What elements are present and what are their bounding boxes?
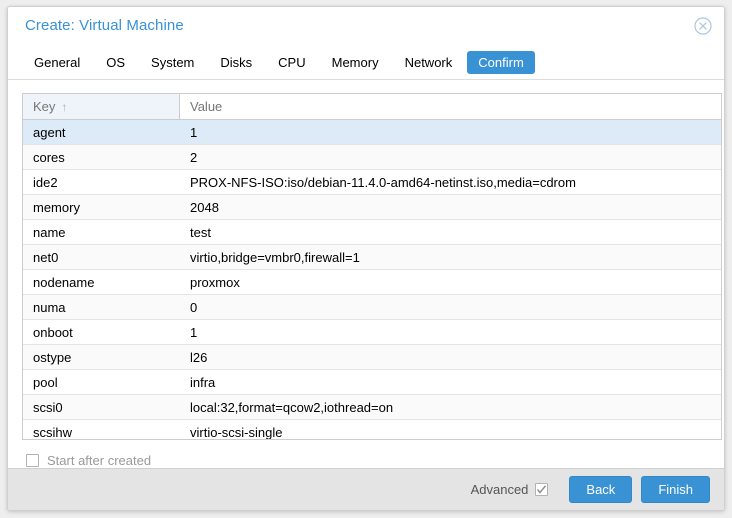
cell-value: l26 [190, 349, 208, 365]
cell-value: 0 [190, 299, 198, 315]
cell-value: infra [190, 374, 216, 390]
cell-key: ostype [33, 349, 72, 365]
finish-button[interactable]: Finish [641, 476, 710, 503]
advanced-option[interactable]: Advanced [471, 482, 549, 497]
cell-key: net0 [33, 249, 59, 265]
cell-value: 2 [190, 149, 198, 165]
table-row[interactable]: pool infra [23, 370, 721, 395]
cell-key: cores [33, 149, 65, 165]
close-icon[interactable] [694, 17, 712, 35]
table-row[interactable]: onboot 1 [23, 320, 721, 345]
tab-memory[interactable]: Memory [321, 51, 390, 74]
cell-value: 1 [190, 124, 198, 140]
table-row[interactable]: ostype l26 [23, 345, 721, 370]
cell-key: pool [33, 374, 58, 390]
tab-confirm[interactable]: Confirm [467, 50, 535, 74]
cell-key: scsihw [33, 424, 73, 440]
tab-general[interactable]: General [23, 51, 91, 74]
table-row[interactable]: ide2 PROX-NFS-ISO:iso/debian-11.4.0-amd64… [23, 170, 721, 195]
sort-ascending-icon: ↑ [61, 99, 68, 114]
start-after-created-checkbox[interactable] [26, 454, 39, 467]
cell-value: local:32,format=qcow2,iothread=on [190, 399, 394, 415]
column-header-key[interactable]: Key ↑ [23, 94, 180, 119]
cell-key: onboot [33, 324, 73, 340]
table-row[interactable]: cores 2 [23, 145, 721, 170]
cell-value: virtio-scsi-single [190, 424, 283, 440]
table-row[interactable]: memory 2048 [23, 195, 721, 220]
start-after-created-label: Start after created [47, 453, 152, 468]
cell-value: test [190, 224, 211, 240]
table-row[interactable]: scsi0 local:32,format=qcow2,iothread=on [23, 395, 721, 420]
cell-value: 2048 [190, 199, 219, 215]
dialog-body: Key ↑ Value agent 1 cores 2 ide2 PROX-NFS-ISO… [8, 80, 724, 480]
start-after-created-option[interactable]: Start after created [26, 453, 151, 468]
column-header-key-label: Key [33, 99, 56, 114]
cell-value: PROX-NFS-ISO:iso/debian-11.4.0-amd64-net… [190, 174, 576, 190]
table-row[interactable]: name test [23, 220, 721, 245]
cell-key: nodename [33, 274, 95, 290]
dialog-title: Create: Virtual Machine [25, 17, 184, 34]
tab-disks[interactable]: Disks [209, 51, 263, 74]
tab-list: General OS System Disks CPU Memory Network Conf… [23, 44, 539, 80]
cell-key: agent [33, 124, 66, 140]
table-row[interactable]: agent 1 [23, 120, 721, 145]
dialog-footer: Advanced Back Finish [8, 468, 724, 510]
advanced-checkbox[interactable] [535, 483, 549, 496]
cell-value: proxmox [190, 274, 240, 290]
column-header-value[interactable]: Value [180, 94, 721, 119]
cell-key: name [33, 224, 66, 240]
cell-key: scsi0 [33, 399, 63, 415]
tab-system[interactable]: System [140, 51, 205, 74]
table-row[interactable]: nodename proxmox [23, 270, 721, 295]
back-button[interactable]: Back [569, 476, 633, 503]
grid-header-row: Key ↑ Value [23, 94, 721, 120]
tab-cpu[interactable]: CPU [267, 51, 316, 74]
table-row[interactable]: numa 0 [23, 295, 721, 320]
cell-key: memory [33, 199, 80, 215]
grid-body: agent 1 cores 2 ide2 PROX-NFS-ISO:iso/debian-… [23, 120, 721, 439]
tab-network[interactable]: Network [394, 51, 464, 74]
table-row[interactable]: net0 virtio,bridge=vmbr0,firewall=1 [23, 245, 721, 270]
cell-key: ide2 [33, 174, 58, 190]
cell-value: virtio,bridge=vmbr0,firewall=1 [190, 249, 360, 265]
tab-bar: General OS System Disks CPU Memory Network Conf… [8, 44, 724, 80]
table-row[interactable]: scsihw virtio-scsi-single [23, 420, 721, 439]
tab-os[interactable]: OS [95, 51, 136, 74]
cell-value: 1 [190, 324, 198, 340]
advanced-label: Advanced [470, 482, 529, 497]
cell-key: numa [33, 299, 66, 315]
dialog-titlebar: Create: Virtual Machine [8, 7, 724, 44]
confirm-settings-grid: Key ↑ Value agent 1 cores 2 ide2 PROX-NFS-ISO… [22, 93, 722, 440]
create-vm-dialog: Create: Virtual Machine General OS System D… [7, 6, 725, 511]
column-header-value-label: Value [190, 99, 223, 114]
